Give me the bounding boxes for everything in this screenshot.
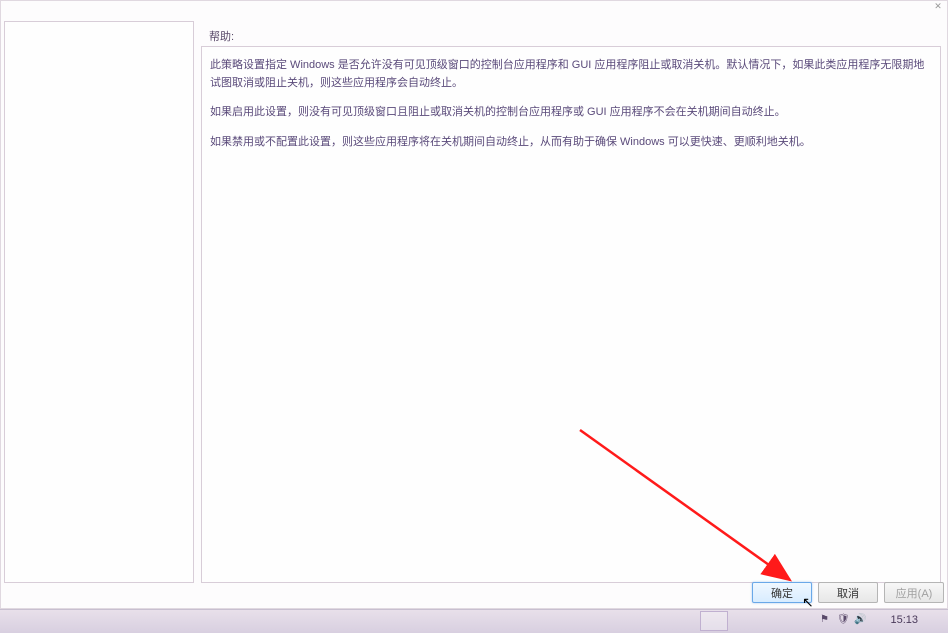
- help-text-panel: 此策略设置指定 Windows 是否允许没有可见顶级窗口的控制台应用程序和 GU…: [201, 46, 941, 583]
- cancel-button[interactable]: 取消: [818, 582, 878, 603]
- policy-dialog: ✕ 帮助: 此策略设置指定 Windows 是否允许没有可见顶级窗口的控制台应用…: [0, 0, 948, 609]
- taskbar-clock[interactable]: 15:13: [890, 614, 918, 626]
- help-paragraph-1: 此策略设置指定 Windows 是否允许没有可见顶级窗口的控制台应用程序和 GU…: [210, 57, 932, 92]
- help-paragraph-3: 如果禁用或不配置此设置，则这些应用程序将在关机期间自动终止，从而有助于确保 Wi…: [210, 134, 932, 152]
- left-options-panel: [4, 21, 194, 583]
- help-paragraph-2: 如果启用此设置，则没有可见顶级窗口且阻止或取消关机的控制台应用程序或 GUI 应…: [210, 104, 932, 122]
- help-label: 帮助:: [209, 28, 234, 44]
- close-icon[interactable]: ✕: [929, 1, 947, 15]
- taskbar: ⚑ 🛡 🔊 15:13: [0, 609, 948, 633]
- apply-button[interactable]: 应用(A): [884, 582, 944, 603]
- speaker-icon[interactable]: 🔊: [854, 614, 868, 628]
- flag-icon[interactable]: ⚑: [820, 614, 834, 628]
- shield-icon[interactable]: 🛡: [837, 614, 851, 628]
- dialog-button-bar: 确定 取消 应用(A): [752, 582, 944, 603]
- taskbar-item[interactable]: [700, 611, 728, 631]
- system-tray[interactable]: ⚑ 🛡 🔊: [820, 614, 868, 628]
- ok-button[interactable]: 确定: [752, 582, 812, 603]
